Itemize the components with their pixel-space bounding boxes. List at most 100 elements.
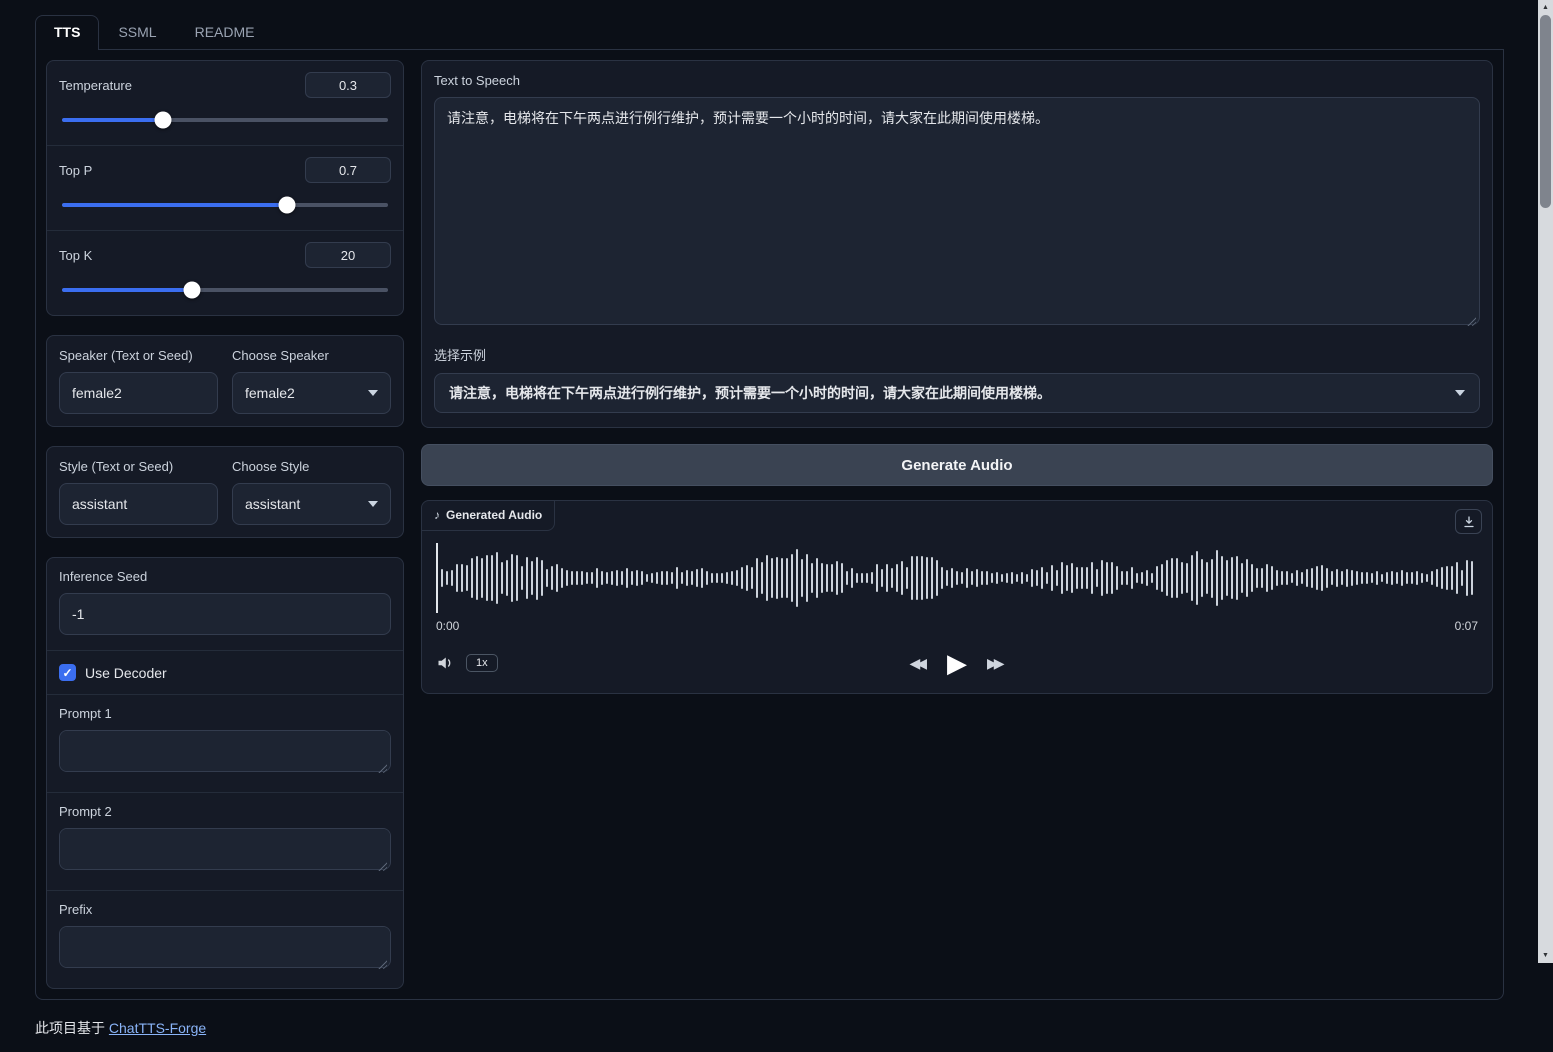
waveform-bar [1311,568,1313,588]
waveform-bar [1161,564,1163,593]
waveform-bar [1316,566,1318,590]
waveform-bar [971,571,973,584]
footer-text: 此项目基于 [35,1020,109,1036]
chattts-forge-link[interactable]: ChatTTS-Forge [109,1020,206,1036]
play-button[interactable]: ▶ [947,650,967,676]
app: TTS SSML README Temperature [0,0,1553,1052]
waveform[interactable] [436,540,1478,616]
prompt1-textarea[interactable] [59,730,391,772]
prompt2-section: Prompt 2 [47,792,403,890]
waveform-bar [611,571,613,585]
generate-audio-button[interactable]: Generate Audio [421,444,1493,486]
waveform-bar [781,558,783,598]
current-time: 0:00 [436,619,459,633]
prompt2-textarea[interactable] [59,828,391,870]
waveform-bar [596,568,598,587]
top-p-slider-handle[interactable] [278,197,295,214]
waveform-bar [951,568,953,587]
text-to-speech-textarea[interactable]: 请注意，电梯将在下午两点进行例行维护，预计需要一个小时的时间，请大家在此期间使用… [434,97,1480,325]
prompt1-label: Prompt 1 [59,706,391,721]
choose-style-dropdown[interactable]: assistant [232,483,391,525]
prompt2-label: Prompt 2 [59,804,391,819]
waveform-bar [731,571,733,586]
style-input[interactable] [59,483,218,525]
top-p-value-input[interactable] [305,157,391,183]
waveform-bar [1146,570,1148,585]
temperature-value-input[interactable] [305,72,391,98]
playback-cursor[interactable] [436,543,438,613]
waveform-bar [666,571,668,585]
waveform-bar [441,569,443,586]
waveform-bar [1151,573,1153,583]
waveform-bar [1431,571,1433,585]
waveform-bar [616,570,618,586]
scrollbar-up-arrow[interactable]: ▲ [1538,0,1553,15]
waveform-bar [906,567,908,589]
tab-tts[interactable]: TTS [35,15,99,50]
waveform-bar [1246,559,1248,597]
top-p-slider[interactable] [62,196,388,214]
waveform-bar [606,572,608,585]
waveform-bar [961,572,963,585]
waveform-bar [1471,561,1473,595]
top-k-label: Top K [59,248,92,263]
music-note-icon: ♪ [434,508,440,522]
waveform-bar [846,571,848,585]
waveform-bar [886,564,888,593]
tab-readme[interactable]: README [176,15,274,49]
generated-audio-label: Generated Audio [446,508,542,522]
waveform-bar [1071,563,1073,594]
rewind-button[interactable]: ◀◀ [909,655,927,672]
prefix-textarea[interactable] [59,926,391,968]
speaker-input[interactable] [59,372,218,414]
style-text-field: Style (Text or Seed) [59,459,218,525]
temperature-block: Temperature [47,61,403,145]
waveform-bar [771,558,773,599]
top-k-value-input[interactable] [305,242,391,268]
top-k-slider-fill [62,288,192,292]
waveform-bar [711,573,713,583]
waveform-bar [1391,571,1393,585]
scrollbar-thumb[interactable] [1540,15,1551,208]
waveform-bar [651,573,653,582]
download-button[interactable] [1455,509,1482,534]
top-k-block: Top K [47,230,403,315]
examples-dropdown[interactable]: 请注意，电梯将在下午两点进行例行维护，预计需要一个小时的时间，请大家在此期间使用… [434,373,1480,413]
waveform-bar [756,558,758,598]
waveform-bar [1371,573,1373,582]
chevron-down-icon [368,501,378,507]
waveform-bar [1376,571,1378,584]
waveform-bar [646,574,648,582]
waveform-bar [941,567,943,590]
speaker-choose-field: Choose Speaker female2 [232,348,391,414]
download-icon [1463,516,1475,528]
waveform-bar [446,571,448,585]
waveform-bar [976,569,978,586]
scrollbar-down-arrow[interactable]: ▼ [1538,948,1553,963]
volume-icon[interactable] [436,654,456,672]
waveform-bar [1126,571,1128,585]
waveform-bar [786,558,788,599]
waveform-bar [526,557,528,599]
text-to-speech-panel: Text to Speech 请注意，电梯将在下午两点进行例行维护，预计需要一个… [421,60,1493,428]
waveform-bar [1206,562,1208,595]
scrollbar[interactable]: ▲ ▼ [1538,0,1553,963]
choose-speaker-dropdown[interactable]: female2 [232,372,391,414]
waveform-bar [1041,567,1043,589]
top-k-slider[interactable] [62,281,388,299]
waveform-bar [816,558,818,598]
tab-ssml[interactable]: SSML [99,15,175,49]
forward-button[interactable]: ▶▶ [987,655,1005,672]
temperature-slider-handle[interactable] [155,112,172,129]
waveform-bar [866,573,868,584]
use-decoder-checkbox[interactable] [59,664,76,681]
top-k-slider-handle[interactable] [184,282,201,299]
waveform-bar [1251,564,1253,591]
inference-seed-input[interactable] [59,593,391,635]
waveform-bar [556,564,558,592]
waveform-bar [636,570,638,585]
temperature-slider[interactable] [62,111,388,129]
waveform-bar [676,567,678,588]
playback-speed-button[interactable]: 1x [466,654,498,672]
waveform-bar [456,564,458,593]
